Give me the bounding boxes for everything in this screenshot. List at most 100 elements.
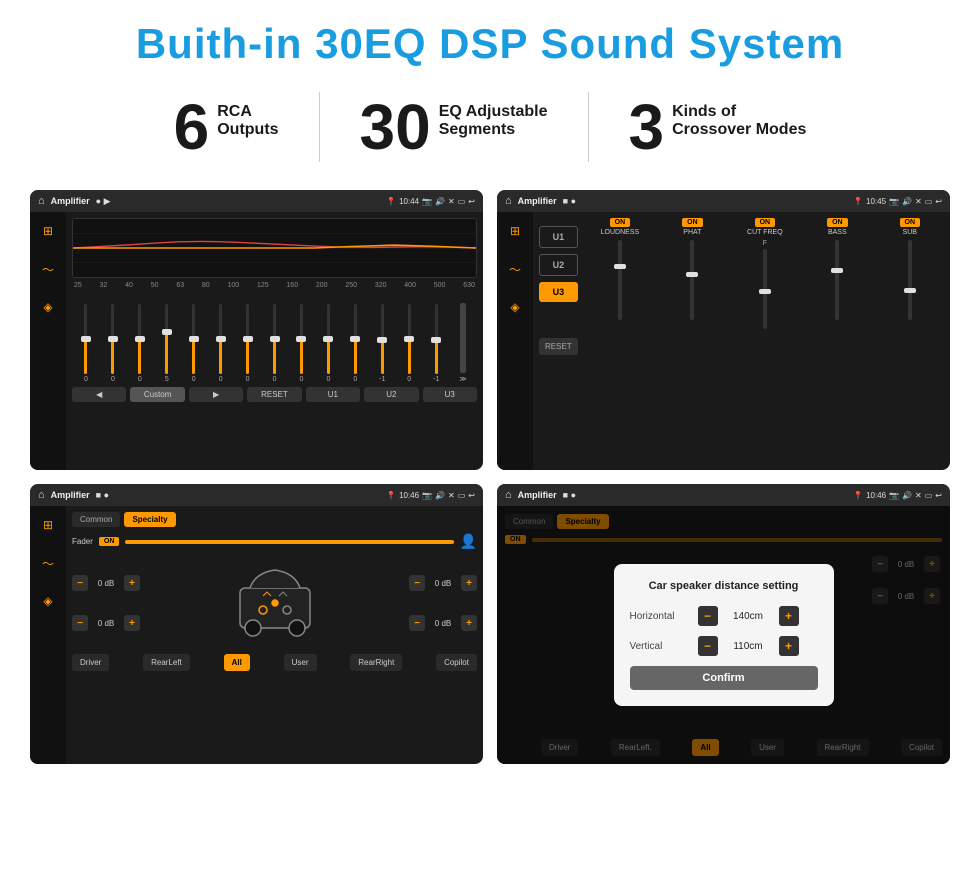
speaker-dots: ■ ● <box>96 490 109 500</box>
eq-slider-3[interactable]: 0 <box>128 304 152 383</box>
phat-label: PHAT <box>683 229 701 236</box>
db-plus-1[interactable]: + <box>124 575 140 591</box>
speaker-screen: ⌂ Amplifier ■ ● 📍 10:46 📷 🔊 ✕ ▭ ↩ ⊞ 〜 ◈ <box>30 484 483 764</box>
speaker-wave-icon[interactable]: 〜 <box>37 552 59 574</box>
crossover-status-icons: 📍 10:45 📷 🔊 ✕ ▭ ↩ <box>853 197 942 206</box>
btn-copilot[interactable]: Copilot <box>436 654 477 671</box>
horizontal-plus-btn[interactable]: + <box>779 606 799 626</box>
eq-slider-9[interactable]: 0 <box>290 304 314 383</box>
fader-on-badge[interactable]: ON <box>99 537 120 546</box>
crossover-wave-icon[interactable]: 〜 <box>504 258 526 280</box>
db-minus-1[interactable]: − <box>72 575 88 591</box>
eq-slider-15[interactable]: ≫ <box>451 303 475 383</box>
vertical-minus-btn[interactable]: − <box>698 636 718 656</box>
db-minus-3[interactable]: − <box>409 575 425 591</box>
distance-dialog: Car speaker distance setting Horizontal … <box>614 564 834 706</box>
distance-app-name: Amplifier <box>518 490 557 500</box>
eq-sliders-icon[interactable]: ⊞ <box>37 220 59 242</box>
speaker-sliders-icon[interactable]: ⊞ <box>37 514 59 536</box>
eq-slider-1[interactable]: 0 <box>74 304 98 383</box>
eq-slider-13[interactable]: 0 <box>397 304 421 383</box>
eq-u1-btn[interactable]: U1 <box>306 387 360 402</box>
db-minus-2[interactable]: − <box>72 615 88 631</box>
btn-all[interactable]: All <box>224 654 250 671</box>
stat-number-rca: 6 <box>174 95 210 159</box>
sub-on-badge[interactable]: ON <box>900 218 921 227</box>
crossover-back-icon[interactable]: ↩ <box>935 197 942 206</box>
speaker-wifi-icon: ✕ <box>448 491 455 500</box>
eq-slider-6[interactable]: 0 <box>209 304 233 383</box>
fader-slider[interactable] <box>125 540 453 544</box>
speaker-time: 10:46 <box>399 491 419 500</box>
crossover-reset-btn[interactable]: RESET <box>539 338 578 355</box>
horizontal-label: Horizontal <box>630 611 690 622</box>
dialog-title: Car speaker distance setting <box>630 580 818 592</box>
eq-slider-7[interactable]: 0 <box>236 304 260 383</box>
speaker-spk-icon[interactable]: ◈ <box>37 590 59 612</box>
speaker-home-icon[interactable]: ⌂ <box>38 489 45 501</box>
distance-dots: ■ ● <box>563 490 576 500</box>
tab-specialty[interactable]: Specialty <box>124 512 175 527</box>
eq-u3-btn[interactable]: U3 <box>423 387 477 402</box>
eq-speaker-icon[interactable]: ◈ <box>37 296 59 318</box>
preset-u1[interactable]: U1 <box>539 226 578 248</box>
eq-slider-10[interactable]: 0 <box>316 304 340 383</box>
eq-custom-btn[interactable]: Custom <box>130 387 184 402</box>
param-bass: ON BASS <box>803 218 871 464</box>
eq-wave-icon[interactable]: 〜 <box>37 258 59 280</box>
home-icon[interactable]: ⌂ <box>38 195 45 207</box>
cutfreq-on-badge[interactable]: ON <box>755 218 776 227</box>
eq-wifi-icon: ✕ <box>448 197 455 206</box>
db-plus-2[interactable]: + <box>124 615 140 631</box>
eq-reset-btn[interactable]: RESET <box>247 387 301 402</box>
loudness-on-badge[interactable]: ON <box>610 218 631 227</box>
bass-on-badge[interactable]: ON <box>827 218 848 227</box>
param-loudness: ON LOUDNESS <box>586 218 654 464</box>
loudness-slider[interactable] <box>618 240 622 320</box>
crossover-home-icon[interactable]: ⌂ <box>505 195 512 207</box>
phat-slider[interactable] <box>690 240 694 320</box>
eq-slider-11[interactable]: 0 <box>343 304 367 383</box>
horizontal-minus-btn[interactable]: − <box>698 606 718 626</box>
eq-back-icon[interactable]: ↩ <box>468 197 475 206</box>
btn-user[interactable]: User <box>284 654 317 671</box>
eq-sliders: 0 0 0 5 <box>72 293 477 383</box>
bass-slider[interactable] <box>835 240 839 320</box>
confirm-button[interactable]: Confirm <box>630 666 818 690</box>
distance-back-icon[interactable]: ↩ <box>935 491 942 500</box>
crossover-location-icon: 📍 <box>853 197 863 206</box>
eq-u2-btn[interactable]: U2 <box>364 387 418 402</box>
speaker-content: ⊞ 〜 ◈ Common Specialty Fader ON 👤 <box>30 506 483 764</box>
crossover-sliders-icon[interactable]: ⊞ <box>504 220 526 242</box>
db-minus-4[interactable]: − <box>409 615 425 631</box>
stat-number-eq: 30 <box>360 95 431 159</box>
eq-slider-5[interactable]: 0 <box>182 304 206 383</box>
sub-slider[interactable] <box>908 240 912 320</box>
eq-prev-btn[interactable]: ◀ <box>72 387 126 402</box>
eq-slider-12[interactable]: -1 <box>370 304 394 383</box>
eq-slider-2[interactable]: 0 <box>101 304 125 383</box>
db-plus-4[interactable]: + <box>461 615 477 631</box>
db-left-col: − 0 dB + − 0 dB + <box>72 575 140 631</box>
eq-play-btn[interactable]: ▶ <box>189 387 243 402</box>
distance-home-icon[interactable]: ⌂ <box>505 489 512 501</box>
crossover-time: 10:45 <box>866 197 886 206</box>
crossover-volume-icon: 🔊 <box>902 197 912 206</box>
preset-u3[interactable]: U3 <box>539 282 578 302</box>
db-value-4: 0 dB <box>429 619 457 628</box>
preset-u2[interactable]: U2 <box>539 254 578 276</box>
cutfreq-slider[interactable] <box>763 249 767 329</box>
tab-common[interactable]: Common <box>72 512 120 527</box>
param-phat: ON PHAT <box>658 218 726 464</box>
eq-slider-4[interactable]: 5 <box>155 304 179 383</box>
btn-rearleft[interactable]: RearLeft <box>143 654 190 671</box>
phat-on-badge[interactable]: ON <box>682 218 703 227</box>
eq-slider-8[interactable]: 0 <box>263 304 287 383</box>
db-plus-3[interactable]: + <box>461 575 477 591</box>
btn-rearright[interactable]: RearRight <box>350 654 402 671</box>
speaker-back-icon[interactable]: ↩ <box>468 491 475 500</box>
btn-driver[interactable]: Driver <box>72 654 109 671</box>
vertical-plus-btn[interactable]: + <box>779 636 799 656</box>
crossover-speaker-icon[interactable]: ◈ <box>504 296 526 318</box>
eq-slider-14[interactable]: -1 <box>424 304 448 383</box>
